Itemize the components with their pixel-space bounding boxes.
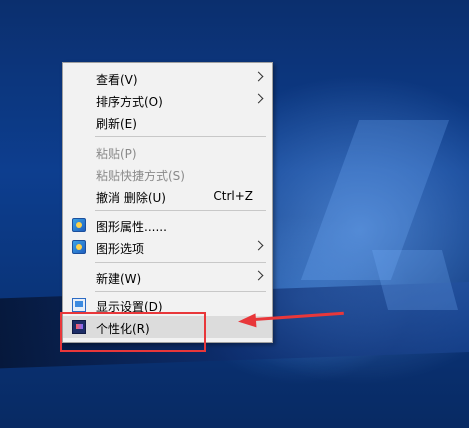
highlight-box xyxy=(60,312,206,352)
menu-item-sort-by[interactable]: 排序方式(O) xyxy=(63,89,272,111)
menu-item-undo-delete[interactable]: 撤消 删除(U) Ctrl+Z xyxy=(63,185,272,207)
menu-item-label: 查看(V) xyxy=(96,73,138,87)
menu-item-label: 粘贴(P) xyxy=(96,147,137,161)
menu-item-view[interactable]: 查看(V) xyxy=(63,67,272,89)
menu-item-paste-shortcut[interactable]: 粘贴快捷方式(S) xyxy=(63,163,272,185)
display-settings-icon xyxy=(72,298,86,312)
menu-item-new[interactable]: 新建(W) xyxy=(63,266,272,288)
menu-item-label: 刷新(E) xyxy=(96,117,137,131)
chevron-right-icon xyxy=(253,93,264,104)
menu-item-label: 排序方式(O) xyxy=(96,95,163,109)
menu-item-paste[interactable]: 粘贴(P) xyxy=(63,141,272,163)
menu-item-shortcut: Ctrl+Z xyxy=(213,189,253,203)
menu-item-label: 新建(W) xyxy=(96,272,142,286)
chevron-right-icon xyxy=(253,71,264,82)
menu-separator xyxy=(95,291,266,292)
arrow-head-icon xyxy=(237,313,257,329)
menu-separator xyxy=(95,262,266,263)
chevron-right-icon xyxy=(253,270,264,281)
menu-item-label: 粘贴快捷方式(S) xyxy=(96,169,185,183)
graphics-properties-icon xyxy=(72,218,86,232)
menu-item-refresh[interactable]: 刷新(E) xyxy=(63,111,272,133)
menu-item-label: 图形选项 xyxy=(96,242,145,256)
menu-item-graphics-options[interactable]: 图形选项 xyxy=(63,236,272,258)
menu-item-label: 撤消 删除(U) xyxy=(96,191,166,205)
menu-item-label: 图形属性...... xyxy=(96,220,167,234)
menu-item-graphics-properties[interactable]: 图形属性...... xyxy=(63,214,272,236)
menu-separator xyxy=(95,210,266,211)
desktop-context-menu: 查看(V) 排序方式(O) 刷新(E) 粘贴(P) 粘贴快捷方式(S) 撤消 删… xyxy=(62,62,273,343)
menu-separator xyxy=(95,136,266,137)
graphics-options-icon xyxy=(72,240,86,254)
wallpaper-shard xyxy=(371,250,459,310)
chevron-right-icon xyxy=(253,240,264,251)
